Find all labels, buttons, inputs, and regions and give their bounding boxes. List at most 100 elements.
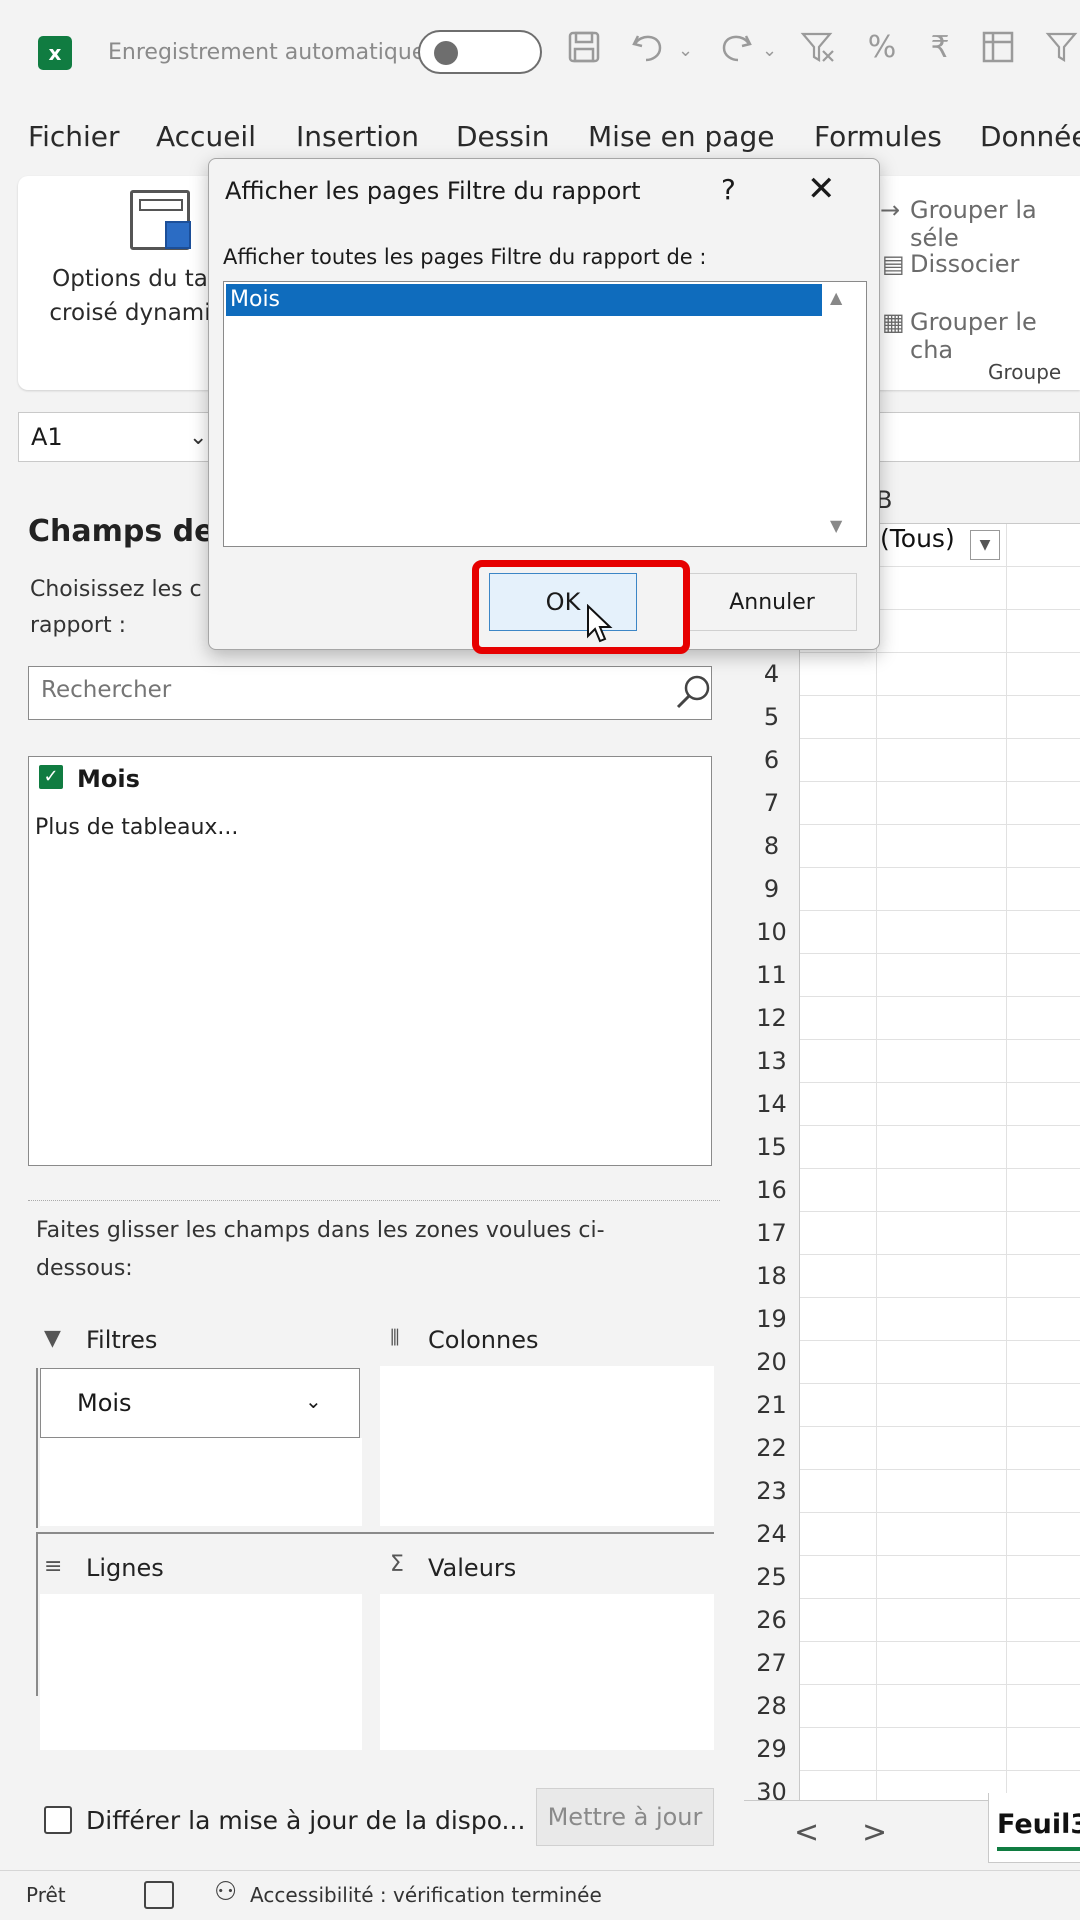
filter-cell-value[interactable]: (Tous) [880,524,955,553]
filter-icon[interactable] [1040,30,1080,73]
table-row[interactable] [800,782,1080,825]
scroll-down-icon[interactable]: ▼ [830,516,842,535]
table-row[interactable] [800,1427,1080,1470]
row-number[interactable]: 22 [744,1427,800,1470]
table-row[interactable] [800,1169,1080,1212]
redo-dropdown-icon[interactable]: ⌄ [762,40,777,61]
accessibility-status[interactable]: Accessibilité : vérification terminée [250,1883,602,1907]
table-row[interactable] [800,1040,1080,1083]
defer-update-checkbox[interactable] [44,1806,72,1834]
clear-filter-icon[interactable] [796,30,840,73]
menu-dessin[interactable]: Dessin [456,120,550,153]
table-row[interactable] [800,1255,1080,1298]
autosave-toggle[interactable] [418,30,542,74]
table-row[interactable] [800,1212,1080,1255]
table-row[interactable] [800,1384,1080,1427]
chevron-right-icon[interactable]: > [862,1815,887,1850]
macro-record-icon[interactable] [144,1881,174,1909]
help-icon[interactable]: ? [721,173,736,206]
values-area[interactable] [380,1594,714,1750]
update-button[interactable]: Mettre à jour [536,1788,714,1846]
row-number[interactable]: 16 [744,1169,800,1212]
pivot-options-button[interactable]: Options du ta croisé dynami [30,262,230,330]
menu-insertion[interactable]: Insertion [296,120,419,153]
redo-icon[interactable] [712,30,756,73]
chevron-down-icon[interactable]: ⌄ [189,425,207,450]
row-number[interactable]: 17 [744,1212,800,1255]
search-box[interactable] [28,666,712,720]
pivot-options-icon[interactable] [130,190,191,250]
row-number[interactable]: 13 [744,1040,800,1083]
table-row[interactable] [800,1556,1080,1599]
more-tables-link[interactable]: Plus de tableaux... [35,815,238,840]
cancel-button[interactable]: Annuler [687,573,857,631]
filter-dropdown-icon[interactable]: ▼ [970,530,1000,560]
table-row[interactable] [800,696,1080,739]
report-filter-list[interactable]: Mois ▲ ▼ [223,281,867,547]
freeze-icon[interactable] [976,30,1020,73]
row-number[interactable]: 27 [744,1642,800,1685]
row-number[interactable]: 15 [744,1126,800,1169]
row-number[interactable]: 10 [744,911,800,954]
sort-icon[interactable]: ₹ [918,30,962,65]
table-row[interactable] [800,653,1080,696]
row-number[interactable]: 14 [744,1083,800,1126]
undo-icon[interactable] [628,30,672,73]
menu-fichier[interactable]: Fichier [28,120,120,153]
group-field-button[interactable]: Grouper le cha [910,308,1080,364]
row-number[interactable]: 6 [744,739,800,782]
row-number[interactable]: 21 [744,1384,800,1427]
table-row[interactable] [800,1298,1080,1341]
search-icon[interactable] [673,673,713,713]
name-box[interactable]: A1 ⌄ [18,412,212,462]
row-number[interactable]: 24 [744,1513,800,1556]
row-number[interactable]: 4 [744,653,800,696]
table-row[interactable] [800,1083,1080,1126]
menu-formules[interactable]: Formules [814,120,942,153]
list-item[interactable]: Mois [226,284,822,316]
save-icon[interactable] [562,30,606,73]
search-input[interactable] [41,677,641,703]
row-number[interactable]: 7 [744,782,800,825]
row-number[interactable]: 9 [744,868,800,911]
table-row[interactable] [800,825,1080,868]
field-mois[interactable]: Mois [77,765,140,793]
row-number[interactable]: 11 [744,954,800,997]
table-row[interactable] [800,1126,1080,1169]
sheet-tab-active[interactable]: Feuil3 [988,1793,1080,1863]
scroll-up-icon[interactable]: ▲ [830,288,842,307]
row-number[interactable]: 29 [744,1728,800,1771]
menu-accueil[interactable]: Accueil [156,120,256,153]
table-row[interactable] [800,1513,1080,1556]
row-number[interactable]: 8 [744,825,800,868]
table-row[interactable] [800,911,1080,954]
filter-field-mois[interactable]: Mois ⌄ [40,1368,360,1438]
group-selection-button[interactable]: Grouper la séle [910,196,1080,252]
undo-dropdown-icon[interactable]: ⌄ [678,40,693,61]
menu-donnees[interactable]: Donnée [980,120,1080,153]
table-row[interactable] [800,868,1080,911]
table-row[interactable] [800,1470,1080,1513]
row-number[interactable]: 20 [744,1341,800,1384]
checkbox-checked-icon[interactable]: ✓ [39,765,63,789]
close-icon[interactable]: ✕ [807,169,836,209]
row-number[interactable]: 5 [744,696,800,739]
row-number[interactable]: 19 [744,1298,800,1341]
table-row[interactable] [800,954,1080,997]
table-row[interactable] [800,1728,1080,1771]
row-number[interactable]: 12 [744,997,800,1040]
row-number[interactable]: 26 [744,1599,800,1642]
row-number[interactable]: 18 [744,1255,800,1298]
row-number[interactable]: 23 [744,1470,800,1513]
table-row[interactable] [800,1341,1080,1384]
filters-area[interactable] [40,1438,362,1526]
chevron-down-icon[interactable]: ⌄ [305,1389,322,1413]
table-row[interactable] [800,1685,1080,1728]
columns-area[interactable] [380,1366,714,1526]
row-number[interactable]: 25 [744,1556,800,1599]
accessibility-icon[interactable]: ⚇ [214,1877,237,1907]
table-row[interactable] [800,739,1080,782]
ungroup-button[interactable]: Dissocier [910,250,1019,278]
table-row[interactable] [800,1599,1080,1642]
rows-area[interactable] [40,1594,362,1750]
